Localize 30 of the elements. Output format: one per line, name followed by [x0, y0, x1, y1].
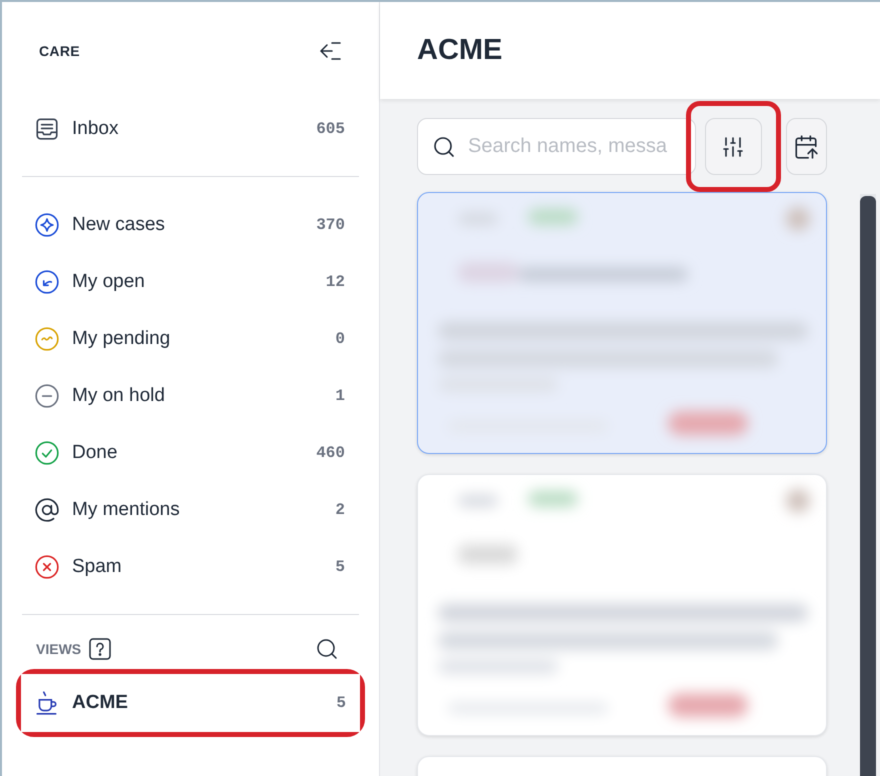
view-item[interactable]: ACME 5: [21, 674, 360, 732]
page-title: ACME: [417, 34, 502, 67]
calendar-arrow-icon: [793, 134, 820, 160]
filter-button[interactable]: [704, 118, 762, 175]
at-sign-icon: [34, 496, 60, 522]
sidebar-item[interactable]: Spam 5: [22, 538, 359, 595]
calendar-button[interactable]: [786, 118, 827, 175]
inbox-icon: [34, 116, 60, 142]
tilde-icon: [34, 326, 60, 352]
section-heading: VIEWS: [36, 641, 82, 657]
search-icon: [432, 134, 456, 158]
search-icon[interactable]: [315, 637, 339, 661]
inbox-item[interactable]: Inbox 605: [22, 100, 359, 157]
sidebar-item[interactable]: New cases 370: [22, 196, 359, 253]
sliders-icon: [721, 134, 746, 158]
search-input[interactable]: Search names, messa: [466, 134, 690, 159]
scrollbar[interactable]: [860, 194, 876, 776]
search-field[interactable]: Search names, messa: [417, 118, 696, 175]
app-title: CARE: [39, 43, 80, 59]
check-icon: [34, 440, 60, 466]
help-icon[interactable]: [89, 638, 112, 660]
sidebar-item[interactable]: My open 12: [22, 253, 359, 310]
sparkle-icon: [34, 212, 60, 238]
collapse-sidebar-icon[interactable]: [319, 41, 341, 61]
sidebar-item[interactable]: My on hold 1: [22, 367, 359, 424]
sidebar-item[interactable]: My pending 0: [22, 310, 359, 367]
close-circle-icon: [34, 554, 60, 580]
sidebar-item[interactable]: My mentions 2: [22, 481, 359, 538]
sidebar-item[interactable]: Done 460: [22, 424, 359, 481]
minus-icon: [34, 382, 60, 408]
